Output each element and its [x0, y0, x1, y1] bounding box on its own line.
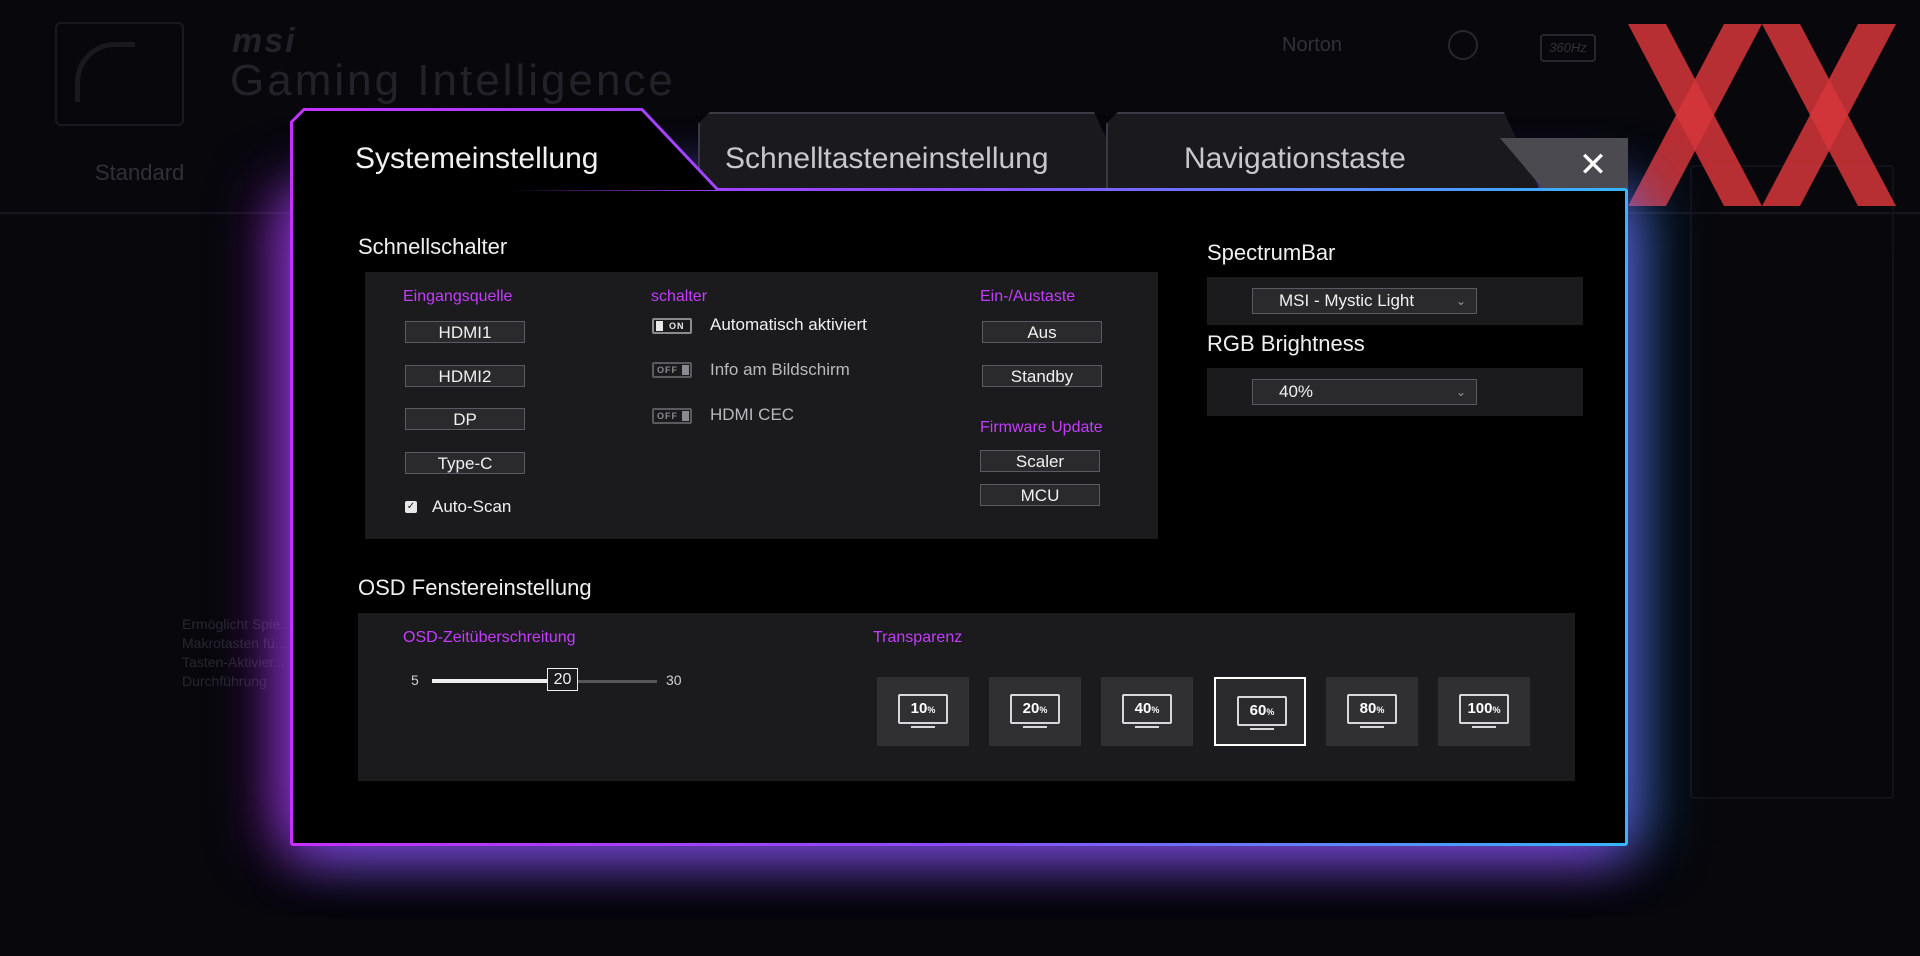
norton-link: Norton	[1282, 34, 1343, 56]
label-firmware-update: Firmware Update	[980, 419, 1103, 436]
bg-description: Ermöglicht Spie... Makrotasten fü... Tas…	[182, 616, 292, 689]
transparency-value: 100	[1467, 700, 1493, 717]
toggle-automatisch-aktiviert[interactable]: ON	[652, 318, 692, 334]
input-hdmi1-button[interactable]: HDMI1	[405, 321, 525, 343]
slider-min-label: 5	[411, 672, 419, 688]
app-logo-icon	[55, 22, 184, 126]
label-osd-zeitueberschreitung: OSD-Zeitüberschreitung	[403, 629, 576, 646]
input-dp-button[interactable]: DP	[405, 408, 525, 430]
tab-label-navigationstaste[interactable]: Navigationstaste	[1184, 142, 1406, 176]
monitor-icon: 100%	[1459, 694, 1509, 724]
transparency-value: 10	[910, 700, 928, 717]
spectrumbar-selected: MSI - Mystic Light	[1279, 291, 1415, 310]
label-eingangsquelle: Eingangsquelle	[403, 288, 513, 305]
transparency-value: 40	[1134, 700, 1152, 717]
close-icon[interactable]: ✕	[1576, 148, 1610, 182]
transparency-option-button[interactable]: 60%	[1214, 677, 1306, 746]
monitor-stand-icon	[1472, 726, 1496, 728]
monitor-icon: 60%	[1237, 696, 1287, 726]
firmware-scaler-button[interactable]: Scaler	[980, 450, 1100, 472]
bg-right-panel	[1690, 165, 1894, 799]
circle-icon	[1448, 30, 1478, 60]
spectrumbar-dropdown[interactable]: MSI - Mystic Light ⌄	[1252, 288, 1477, 314]
transparency-unit: %	[1039, 705, 1048, 715]
chevron-down-icon: ⌄	[1455, 294, 1466, 308]
transparency-value: 20	[1022, 700, 1040, 717]
osd-timeout-slider-thumb[interactable]: 20	[547, 668, 578, 691]
section-title-schnellschalter: Schnellschalter	[358, 234, 508, 259]
transparency-unit: %	[1266, 707, 1275, 717]
auto-scan-label: Auto-Scan	[432, 497, 512, 516]
monitor-stand-icon	[1250, 728, 1274, 730]
monitor-icon: 10%	[898, 694, 948, 724]
firmware-mcu-button[interactable]: MCU	[980, 484, 1100, 506]
label-transparenz: Transparenz	[873, 629, 963, 646]
rgb-brightness-selected: 40%	[1279, 382, 1314, 401]
label-automatisch-aktiviert: Automatisch aktiviert	[710, 315, 867, 334]
tab-label-systemeinstellung[interactable]: Systemeinstellung	[355, 142, 598, 176]
refresh-rate-badge: 360Hz	[1540, 34, 1596, 62]
rgb-brightness-dropdown[interactable]: 40% ⌄	[1252, 379, 1477, 405]
section-title-spectrumbar: SpectrumBar	[1207, 240, 1336, 265]
transparency-option-button[interactable]: 10%	[877, 677, 969, 746]
power-standby-button[interactable]: Standby	[982, 365, 1102, 387]
section-title-rgb-brightness: RGB Brightness	[1207, 331, 1365, 356]
label-schalter: schalter	[651, 288, 708, 305]
transparency-unit: %	[927, 705, 936, 715]
transparency-value: 60	[1249, 702, 1267, 719]
transparency-unit: %	[1376, 705, 1385, 715]
monitor-icon: 20%	[1010, 694, 1060, 724]
section-title-osd-fenstereinstellung: OSD Fenstereinstellung	[358, 575, 592, 600]
monitor-icon: 80%	[1347, 694, 1397, 724]
slider-max-label: 30	[666, 672, 682, 688]
watermark-logo-icon	[1628, 24, 1896, 206]
toggle-hdmi-cec[interactable]: OFF	[652, 408, 692, 424]
auto-scan-checkbox[interactable]: ✓	[405, 501, 417, 513]
monitor-stand-icon	[1135, 726, 1159, 728]
power-aus-button[interactable]: Aus	[982, 321, 1102, 343]
transparency-option-button[interactable]: 80%	[1326, 677, 1418, 746]
bg-tab-standard: Standard	[95, 160, 185, 185]
toggle-info-am-bildschirm[interactable]: OFF	[652, 362, 692, 378]
label-ein-austaste: Ein-/Austaste	[980, 288, 1076, 305]
monitor-stand-icon	[911, 726, 935, 728]
monitor-icon: 40%	[1122, 694, 1172, 724]
label-hdmi-cec: HDMI CEC	[710, 405, 795, 424]
input-typec-button[interactable]: Type-C	[405, 452, 525, 474]
chevron-down-icon: ⌄	[1455, 385, 1466, 399]
monitor-stand-icon	[1023, 726, 1047, 728]
label-info-am-bildschirm: Info am Bildschirm	[710, 360, 850, 379]
osd-timeout-slider-fill	[432, 679, 551, 683]
tab-label-schnelltasteneinstellung[interactable]: Schnelltasteneinstellung	[725, 142, 1049, 176]
monitor-stand-icon	[1360, 726, 1384, 728]
transparency-option-button[interactable]: 100%	[1438, 677, 1530, 746]
transparency-option-button[interactable]: 40%	[1101, 677, 1193, 746]
app-subtitle: Gaming Intelligence	[230, 56, 676, 105]
transparency-value: 80	[1359, 700, 1377, 717]
transparency-unit: %	[1492, 705, 1501, 715]
input-hdmi2-button[interactable]: HDMI2	[405, 365, 525, 387]
transparency-option-button[interactable]: 20%	[989, 677, 1081, 746]
transparency-unit: %	[1151, 705, 1160, 715]
